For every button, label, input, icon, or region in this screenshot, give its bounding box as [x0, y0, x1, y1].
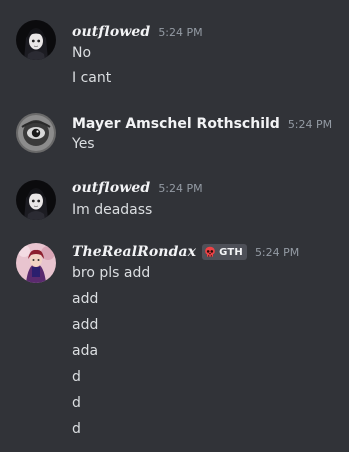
timestamp[interactable]: 5:24 PM [158, 182, 202, 195]
message-header: outflowed 5:24 PM [72, 178, 203, 198]
message-text: d [72, 395, 81, 411]
message-text: No [72, 45, 92, 61]
message-text: add [72, 317, 99, 333]
message-text: I cant [72, 70, 112, 86]
anime-girl-avatar-icon[interactable] [16, 180, 56, 220]
guild-tag[interactable]: GTH [202, 244, 247, 260]
message-text: ada [72, 343, 99, 359]
anime-character-avatar-icon[interactable] [16, 243, 56, 283]
timestamp[interactable]: 5:24 PM [255, 246, 299, 259]
message-text: add [72, 291, 99, 307]
message-text: Yes [72, 136, 95, 152]
skull-icon [204, 246, 216, 258]
message-text: d [72, 369, 81, 385]
username[interactable]: outflowed [72, 180, 150, 196]
username[interactable]: Mayer Amschel Rothschild [72, 116, 280, 132]
chat-message-list: outflowed 5:24 PM No I cant Mayer Amsche… [0, 0, 349, 452]
message-text: Im deadass [72, 202, 153, 218]
message-header: outflowed 5:24 PM [72, 22, 203, 42]
message-text: d [72, 421, 81, 437]
username[interactable]: outflowed [72, 24, 150, 40]
anime-girl-avatar-icon[interactable] [16, 20, 56, 60]
grayscale-photo-avatar-icon[interactable] [16, 113, 56, 153]
timestamp[interactable]: 5:24 PM [158, 26, 202, 39]
message-header: TheRealRondax GTH 5:24 PM [72, 242, 299, 262]
guild-tag-label: GTH [219, 246, 243, 258]
message-text: bro pls add [72, 265, 151, 281]
username[interactable]: TheRealRondax [72, 244, 196, 260]
message-header: Mayer Amschel Rothschild 5:24 PM [72, 114, 332, 134]
timestamp[interactable]: 5:24 PM [288, 118, 332, 131]
